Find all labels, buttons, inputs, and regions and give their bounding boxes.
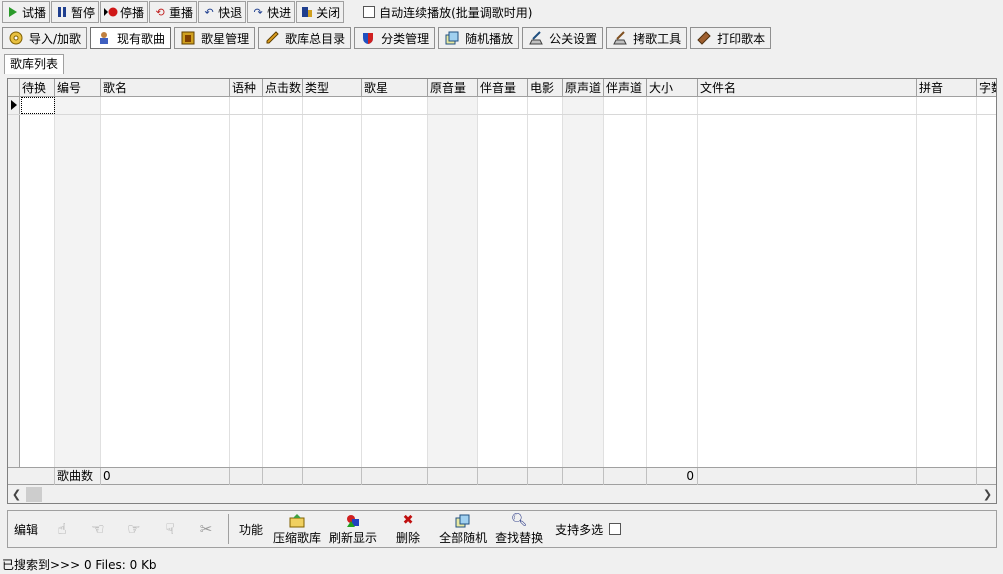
column-header[interactable]: 编号 <box>55 79 101 97</box>
main-tab-bar: 导入/加歌 现有歌曲 歌星管理 歌库总目录 分类管理 随机播放 公关设置 拷歌工… <box>0 26 1003 50</box>
fast-forward-button[interactable]: ↷ 快进 <box>247 1 296 23</box>
column-header[interactable]: 歌星 <box>362 79 428 97</box>
find-replace-button[interactable]: 🔍︎ 查找替换 <box>491 513 547 546</box>
toolbar-divider <box>228 514 230 544</box>
column-header[interactable]: 原音量 <box>428 79 478 97</box>
sub-tab-bar: 歌库列表 <box>4 54 65 74</box>
hand-right-icon[interactable]: ☞ <box>116 520 152 538</box>
scroll-right-icon[interactable]: ❯ <box>979 486 996 503</box>
tab-copy-tools[interactable]: 拷歌工具 <box>606 27 688 49</box>
song-count-value: 0 <box>101 468 230 485</box>
tab-random-play[interactable]: 随机播放 <box>438 27 520 49</box>
scroll-left-icon[interactable]: ❮ <box>8 486 25 503</box>
function-label: 功能 <box>239 522 264 537</box>
replay-button[interactable]: ⟲ 重播 <box>149 1 198 23</box>
refresh-display-button[interactable]: 刷新显示 <box>325 513 381 546</box>
column-header[interactable]: 类型 <box>303 79 362 97</box>
grid-footer: 歌曲数 0 0 <box>8 467 996 485</box>
header-indicator <box>8 79 20 97</box>
hand-left-icon[interactable]: ☜ <box>80 520 116 538</box>
column-header[interactable]: 拼音 <box>917 79 977 97</box>
preview-play-button[interactable]: 试播 <box>2 1 51 23</box>
column-header[interactable]: 待换 <box>20 79 55 97</box>
portrait-icon <box>180 30 196 46</box>
scroll-thumb[interactable] <box>26 486 42 502</box>
column-header[interactable]: 点击数 <box>263 79 303 97</box>
hand-down-icon[interactable]: ☟ <box>152 520 188 538</box>
stop-icon <box>104 5 118 19</box>
rewind-button[interactable]: ↶ 快退 <box>198 1 247 23</box>
cut-icon[interactable]: ✂ <box>188 520 224 538</box>
tab-song-library-list[interactable]: 歌库列表 <box>4 54 65 74</box>
horizontal-scrollbar[interactable]: ❮ ❯ <box>8 485 996 503</box>
close-button[interactable]: 关闭 <box>296 1 345 23</box>
singer-icon <box>96 30 112 46</box>
randomize-all-button[interactable]: 全部随机 <box>435 513 491 546</box>
column-header[interactable]: 伴声道 <box>604 79 647 97</box>
play-icon <box>6 5 20 19</box>
row-indicator-column <box>8 97 20 467</box>
grid-header: 待换 编号 歌名 语种 点击数 类型 歌星 原音量 伴音量 电影 原声道 伴声道… <box>8 79 996 97</box>
auto-continuous-play[interactable]: 自动连续播放(批量调歌时用) <box>363 4 532 21</box>
song-grid[interactable]: 待换 编号 歌名 语种 点击数 类型 歌星 原音量 伴音量 电影 原声道 伴声道… <box>7 78 997 504</box>
song-count-label: 歌曲数 <box>55 468 101 485</box>
auto-play-checkbox[interactable] <box>363 6 376 18</box>
tab-pr-settings[interactable]: 公关设置 <box>522 27 604 49</box>
find-replace-icon: 🔍︎ <box>510 513 528 528</box>
undo-arrow-icon: ↶ <box>204 5 214 19</box>
book-icon <box>696 30 712 46</box>
column-header[interactable]: 伴音量 <box>478 79 528 97</box>
status-bar: 已搜索到>>> 0 Files: 0 Kb <box>2 558 157 572</box>
shuffle-icon <box>455 513 471 529</box>
hand-up-icon[interactable]: ☝ <box>44 520 80 538</box>
column-header[interactable]: 电影 <box>528 79 563 97</box>
column-header[interactable]: 文件名 <box>698 79 917 97</box>
multi-select-toggle[interactable]: 支持多选 <box>555 521 622 538</box>
refresh-shapes-icon <box>345 513 361 529</box>
column-header[interactable]: 歌名 <box>101 79 230 97</box>
current-row-marker-icon <box>11 100 17 110</box>
edit-label: 编辑 <box>14 522 39 537</box>
pause-button[interactable]: 暂停 <box>51 1 100 23</box>
function-toolbar: 编辑 ☝ ☜ ☞ ☟ ✂ 功能 压缩歌库 刷新显示 ✖ 删除 全部随机 🔍︎ 查… <box>7 510 997 548</box>
column-header[interactable]: 大小 <box>647 79 698 97</box>
playback-toolbar: 试播 暂停 停播 ⟲ 重播 ↶ 快退 ↷ 快进 关闭 自动连续播放(批量调歌时用… <box>0 0 1003 24</box>
multi-select-checkbox[interactable] <box>609 523 622 535</box>
pause-icon <box>55 5 69 19</box>
column-header[interactable]: 字数 <box>977 79 996 97</box>
copy-tool-icon <box>612 30 628 46</box>
delete-button[interactable]: ✖ 删除 <box>381 513 435 546</box>
settings-pen-icon <box>528 30 544 46</box>
delete-x-icon: ✖ <box>402 513 414 528</box>
tab-song-catalog[interactable]: 歌库总目录 <box>258 27 352 49</box>
table-row[interactable] <box>8 114 996 115</box>
column-header[interactable]: 语种 <box>230 79 263 97</box>
focused-cell[interactable] <box>21 97 55 114</box>
close-door-icon <box>300 5 314 19</box>
disc-icon <box>8 30 24 46</box>
tab-import[interactable]: 导入/加歌 <box>2 27 88 49</box>
grid-body[interactable] <box>8 97 996 467</box>
shield-icon <box>360 30 376 46</box>
tab-current-songs[interactable]: 现有歌曲 <box>90 27 172 49</box>
compress-library-button[interactable]: 压缩歌库 <box>269 513 325 546</box>
column-header[interactable]: 原声道 <box>563 79 604 97</box>
shuffle-icon <box>444 30 460 46</box>
tab-print-songbook[interactable]: 打印歌本 <box>690 27 772 49</box>
pencil-icon <box>264 30 280 46</box>
compress-folder-icon <box>289 513 305 529</box>
redo-arrow-icon: ↷ <box>253 5 263 19</box>
tab-singer-management[interactable]: 歌星管理 <box>174 27 256 49</box>
total-size-value: 0 <box>647 468 698 485</box>
replay-icon: ⟲ <box>155 5 165 19</box>
stop-button[interactable]: 停播 <box>100 1 149 23</box>
tab-category-management[interactable]: 分类管理 <box>354 27 436 49</box>
